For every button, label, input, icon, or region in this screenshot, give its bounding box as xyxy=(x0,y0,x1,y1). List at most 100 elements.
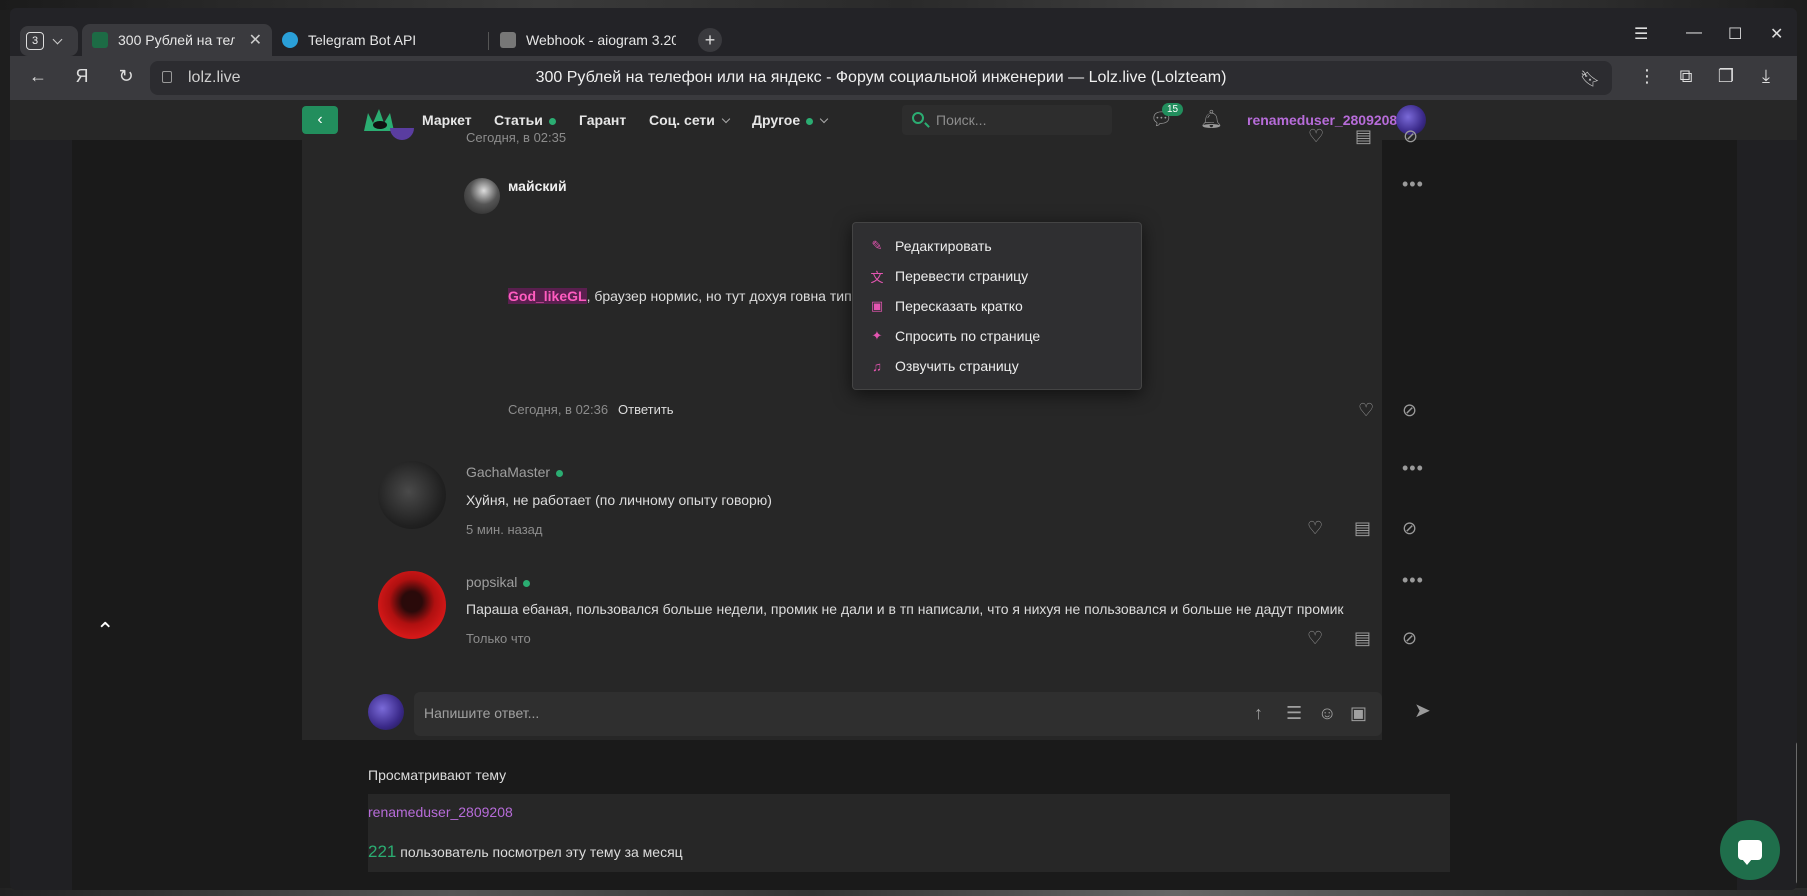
views-count: 221 пользователь посмотрел эту тему за м… xyxy=(368,842,683,862)
post-text: God_likeGL, браузер нормис, но тут дохуя… xyxy=(508,288,859,304)
nav-articles-label: Статьи xyxy=(494,112,543,128)
edit-icon: ✎ xyxy=(871,238,883,253)
post-author-label: popsikal xyxy=(466,574,518,590)
reply-placeholder: Напишите ответ... xyxy=(424,705,540,721)
minimize-icon[interactable]: — xyxy=(1686,24,1702,42)
nav-social[interactable]: Соц. сети xyxy=(649,112,731,128)
nav-other[interactable]: Другое xyxy=(752,112,829,128)
heart-icon[interactable]: ♡ xyxy=(1307,628,1323,649)
post-text: Хуйня, не работает (по личному опыту гов… xyxy=(466,492,772,508)
more-options-icon[interactable]: ••• xyxy=(1402,458,1424,479)
chevron-down-icon xyxy=(721,115,731,124)
ctx-item-label: Спросить по странице xyxy=(895,328,1041,344)
online-dot xyxy=(523,579,531,587)
upload-icon[interactable]: ↑ xyxy=(1254,703,1263,724)
tab-label: Telegram Bot API xyxy=(308,32,417,48)
maximize-icon[interactable]: ☐ xyxy=(1728,24,1742,44)
post-time: Сегодня, в 02:35 xyxy=(466,130,567,145)
avatar[interactable] xyxy=(378,571,446,639)
avatar[interactable] xyxy=(378,461,446,529)
nav-market[interactable]: Маркет xyxy=(422,112,472,128)
chat-fab-button[interactable] xyxy=(1720,820,1780,880)
back-arrow-icon[interactable]: ← xyxy=(26,66,50,87)
heart-icon[interactable]: ♡ xyxy=(1308,126,1324,147)
image-icon[interactable]: ▣ xyxy=(1350,703,1367,724)
tab-strip: 3 300 Рублей на телефон ✕ Telegram Bot A… xyxy=(10,8,1797,56)
comment-icon[interactable]: ▤ xyxy=(1354,518,1371,539)
hide-icon[interactable]: ⊘ xyxy=(1402,518,1417,539)
hide-icon[interactable]: ⊘ xyxy=(1402,400,1417,421)
reload-icon[interactable]: ↻ xyxy=(114,66,138,87)
address-bar[interactable]: lolz.live 300 Рублей на телефон или на я… xyxy=(150,61,1612,95)
nav-articles[interactable]: Статьи xyxy=(494,112,556,128)
tab-label: Webhook - aiogram 3.20.0 xyxy=(526,32,676,48)
heart-icon[interactable]: ♡ xyxy=(1358,400,1374,421)
menu-icon[interactable]: ☰ xyxy=(1634,24,1648,44)
thread-container xyxy=(302,140,1382,740)
yandex-icon[interactable]: Я xyxy=(70,66,94,87)
close-window-icon[interactable]: ✕ xyxy=(1770,24,1783,44)
online-dot xyxy=(806,117,814,125)
tab-counter-button[interactable]: 3 xyxy=(20,26,78,56)
post-text: Параша ебаная, пользовался больше недели… xyxy=(466,601,1344,617)
send-icon[interactable]: ➤ xyxy=(1414,698,1431,723)
new-tab-button[interactable]: + xyxy=(698,28,722,52)
post-author[interactable]: майский xyxy=(508,178,567,194)
bell-icon[interactable]: 🔔︎ xyxy=(1200,109,1223,130)
more-options-icon[interactable]: ••• xyxy=(1402,174,1424,195)
extensions-icon[interactable]: ⧉ xyxy=(1674,66,1698,87)
telegram-favicon-icon xyxy=(282,32,298,48)
ask-icon: ✦ xyxy=(871,328,883,343)
reply-link[interactable]: Ответить xyxy=(618,402,674,417)
comment-icon[interactable]: ▤ xyxy=(1354,628,1371,649)
ctx-edit[interactable]: ✎ Редактировать xyxy=(853,231,1141,261)
comment-icon[interactable]: ▤ xyxy=(1355,126,1372,147)
ctx-voice[interactable]: ♫ Озвучить страницу xyxy=(853,351,1141,381)
viewer-username[interactable]: renameduser_2809208 xyxy=(368,804,513,820)
scroll-up-icon[interactable]: ⌃ xyxy=(96,618,114,644)
tab-lolz[interactable]: 300 Рублей на телефон ✕ xyxy=(82,24,272,56)
ctx-translate[interactable]: 文 Перевести страницу xyxy=(853,261,1141,291)
address-page-title: 300 Рублей на телефон или на яндекс - Фо… xyxy=(535,69,1227,86)
tab-label: 300 Рублей на телефон xyxy=(118,32,235,48)
avatar[interactable] xyxy=(464,178,500,214)
hide-icon[interactable]: ⊘ xyxy=(1403,126,1418,147)
ctx-ask[interactable]: ✦ Спросить по странице xyxy=(853,321,1141,351)
emoji-icon[interactable]: ☺ xyxy=(1318,703,1336,724)
post-time: Сегодня, в 02:36 xyxy=(508,402,609,417)
post-author[interactable]: popsikal xyxy=(466,574,531,590)
tab-aiogram[interactable]: Webhook - aiogram 3.20.0 xyxy=(490,24,690,56)
post-time: 5 мин. назад xyxy=(466,522,543,537)
scrollbar[interactable] xyxy=(1796,742,1797,884)
notification-count-badge: 15 xyxy=(1162,103,1184,116)
ctx-item-label: Пересказать кратко xyxy=(895,298,1023,314)
close-icon[interactable]: ✕ xyxy=(249,30,262,50)
translate-icon: 文 xyxy=(870,269,884,285)
lolz-favicon-icon xyxy=(92,32,108,48)
list-icon[interactable]: ☰ xyxy=(1286,703,1302,724)
tab-telegram[interactable]: Telegram Bot API xyxy=(272,24,472,56)
summary-icon: ▣ xyxy=(870,298,884,313)
site-back-button[interactable]: ‹ xyxy=(302,106,338,134)
download-icon[interactable]: ⤓ xyxy=(1754,66,1778,87)
site-navbar: ‹ Маркет Статьи Гарант Соц. сети Другое … xyxy=(10,100,1797,140)
reply-input[interactable]: Напишите ответ... ↑ ☰ ☺ ▣ xyxy=(414,692,1382,736)
online-dot xyxy=(556,469,564,477)
post-author[interactable]: GachaMaster xyxy=(466,464,564,480)
bookmark-icon[interactable]: 🔖︎ xyxy=(1580,69,1600,89)
hide-icon[interactable]: ⊘ xyxy=(1402,628,1417,649)
nav-guarantor[interactable]: Гарант xyxy=(579,112,626,128)
views-number: 221 xyxy=(368,842,397,861)
site-search[interactable]: Поиск... xyxy=(902,105,1112,135)
heart-icon[interactable]: ♡ xyxy=(1307,518,1323,539)
more-options-icon[interactable]: ••• xyxy=(1402,570,1424,591)
views-label: пользователь посмотрел эту тему за месяц xyxy=(396,844,683,860)
browser-toolbar: ← Я ↻ lolz.live 300 Рублей на телефон ил… xyxy=(10,56,1797,100)
ctx-summary[interactable]: ▣ Пересказать кратко xyxy=(853,291,1141,321)
headphones-icon: ♫ xyxy=(872,358,882,374)
ctx-item-label: Перевести страницу xyxy=(895,268,1029,284)
mention-link[interactable]: God_likeGL xyxy=(508,288,587,304)
more-vertical-icon[interactable]: ⋮ xyxy=(1635,66,1659,87)
search-icon xyxy=(912,112,924,124)
collections-icon[interactable]: ❐ xyxy=(1714,66,1738,87)
